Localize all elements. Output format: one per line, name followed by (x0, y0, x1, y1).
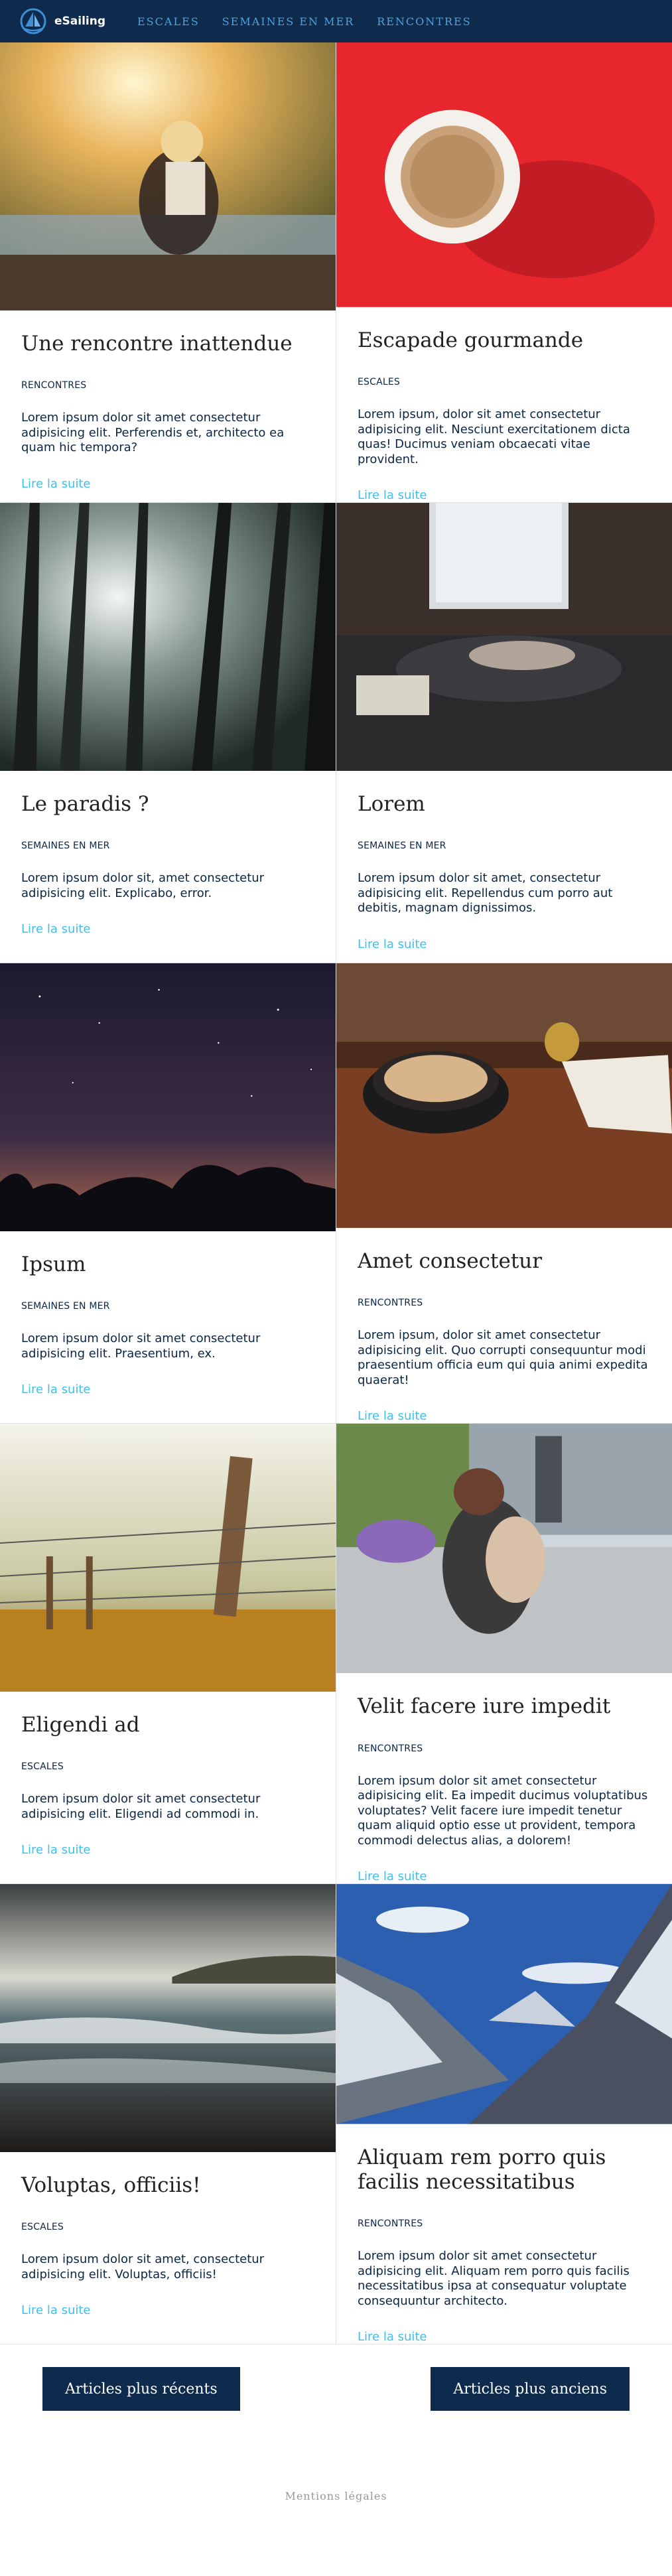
mother-child-street-photo[interactable] (336, 1424, 672, 1674)
legal-notice-link[interactable]: Mentions légales (285, 2490, 387, 2502)
article-category: SEMAINES EN MER (358, 841, 446, 852)
article-category: RENCONTRES (358, 1743, 423, 1754)
article-excerpt: Lorem ipsum dolor sit, amet consectetur … (21, 871, 265, 900)
woman-lake-sunset-photo[interactable] (0, 42, 336, 310)
site-footer: Mentions légales (0, 2433, 672, 2558)
article-category: ESCALES (21, 1761, 64, 1773)
sailboat-logo-icon (20, 8, 46, 34)
article-grid: Une rencontre inattendue RENCONTRES Lore… (0, 42, 672, 2344)
article-category: RENCONTRES (358, 2218, 423, 2229)
article-card: Aliquam rem porro quis facilis necessita… (336, 1884, 672, 2344)
article-card: Voluptas, officiis! ESCALES Lorem ipsum … (0, 1884, 336, 2344)
article-category: SEMAINES EN MER (21, 1301, 110, 1312)
article-title[interactable]: Voluptas, officiis! (21, 2173, 314, 2198)
article-title[interactable]: Ipsum (21, 1253, 314, 1277)
newer-articles-button[interactable]: Articles plus récents (42, 2367, 240, 2411)
read-more-link[interactable]: Lire la suite (358, 488, 427, 502)
article-excerpt: Lorem ipsum dolor sit amet, consectetur … (358, 871, 613, 915)
article-card: Velit facere iure impedit RENCONTRES Lor… (336, 1424, 672, 1884)
snowy-mountains-photo[interactable] (336, 1884, 672, 2124)
article-card: Eligendi ad ESCALES Lorem ipsum dolor si… (0, 1424, 336, 1884)
brand-name: eSailing (54, 15, 105, 28)
article-title[interactable]: Escapade gourmande (358, 328, 651, 353)
read-more-link[interactable]: Lire la suite (358, 1409, 427, 1423)
read-more-link[interactable]: Lire la suite (358, 1869, 427, 1883)
nav-escales[interactable]: ESCALES (137, 15, 200, 28)
read-more-link[interactable]: Lire la suite (358, 937, 427, 951)
logo[interactable]: eSailing (20, 8, 105, 34)
read-more-link[interactable]: Lire la suite (358, 2330, 427, 2344)
site-header: eSailing ESCALES SEMAINES EN MER RENCONT… (0, 0, 672, 42)
beach-waves-photo[interactable] (0, 1884, 336, 2152)
older-articles-button[interactable]: Articles plus anciens (431, 2367, 630, 2411)
article-card: Le paradis ? SEMAINES EN MER Lorem ipsum… (0, 503, 336, 963)
article-title[interactable]: Une rencontre inattendue (21, 332, 314, 356)
article-title[interactable]: Lorem (358, 792, 651, 817)
article-title[interactable]: Amet consectetur (358, 1249, 651, 1274)
article-title[interactable]: Aliquam rem porro quis facilis necessita… (358, 2145, 651, 2195)
article-title[interactable]: Velit facere iure impedit (358, 1694, 651, 1719)
article-category: ESCALES (21, 2222, 64, 2233)
article-card: Escapade gourmande ESCALES Lorem ipsum, … (336, 42, 672, 503)
nav-rencontres[interactable]: RENCONTRES (377, 15, 471, 28)
article-category: ESCALES (358, 377, 401, 387)
main-nav: ESCALES SEMAINES EN MER RENCONTRES (137, 15, 472, 28)
article-excerpt: Lorem ipsum dolor sit amet consectetur a… (358, 2249, 630, 2308)
article-excerpt: Lorem ipsum dolor sit amet consectetur a… (358, 1773, 648, 1848)
article-excerpt: Lorem ipsum dolor sit amet consectetur a… (21, 1792, 261, 1821)
nav-semaines-en-mer[interactable]: SEMAINES EN MER (222, 15, 355, 28)
article-card: Ipsum SEMAINES EN MER Lorem ipsum dolor … (0, 963, 336, 1424)
article-card: Lorem SEMAINES EN MER Lorem ipsum dolor … (336, 503, 672, 963)
latte-bell-table-photo[interactable] (336, 963, 672, 1228)
article-title[interactable]: Le paradis ? (21, 792, 314, 817)
fence-grass-photo[interactable] (0, 1424, 336, 1692)
pagination: Articles plus récents Articles plus anci… (0, 2344, 672, 2433)
article-category: SEMAINES EN MER (21, 841, 110, 852)
article-excerpt: Lorem ipsum dolor sit amet, consectetur … (21, 2252, 265, 2281)
forest-sunlight-photo[interactable] (0, 503, 336, 771)
article-excerpt: Lorem ipsum dolor sit amet consectetur a… (21, 411, 285, 455)
article-excerpt: Lorem ipsum dolor sit amet consectetur a… (21, 1331, 261, 1361)
article-excerpt: Lorem ipsum, dolor sit amet consectetur … (358, 1328, 648, 1387)
read-more-link[interactable]: Lire la suite (21, 1843, 91, 1857)
read-more-link[interactable]: Lire la suite (21, 477, 91, 491)
sofa-window-photo[interactable] (336, 503, 672, 771)
article-category: RENCONTRES (358, 1298, 423, 1308)
article-excerpt: Lorem ipsum, dolor sit amet consectetur … (358, 407, 630, 466)
article-title[interactable]: Eligendi ad (21, 1713, 314, 1737)
article-category: RENCONTRES (21, 380, 87, 391)
article-card: Amet consectetur RENCONTRES Lorem ipsum,… (336, 963, 672, 1424)
starry-night-trees-photo[interactable] (0, 963, 336, 1231)
article-card: Une rencontre inattendue RENCONTRES Lore… (0, 42, 336, 503)
read-more-link[interactable]: Lire la suite (21, 922, 91, 936)
read-more-link[interactable]: Lire la suite (21, 2303, 91, 2317)
coffee-cup-red-photo[interactable] (336, 42, 672, 307)
read-more-link[interactable]: Lire la suite (21, 1383, 91, 1396)
